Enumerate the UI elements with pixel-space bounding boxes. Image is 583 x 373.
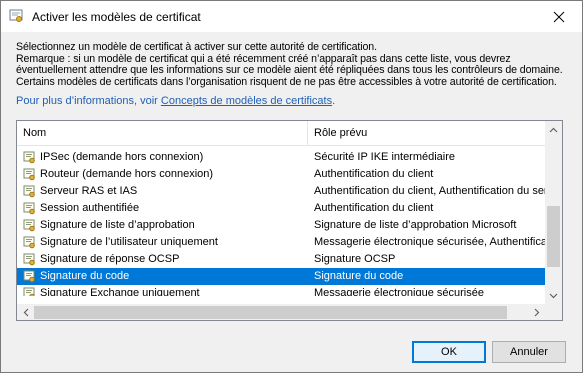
certificate-template-icon bbox=[23, 287, 36, 296]
template-name: Signature de réponse OCSP bbox=[40, 253, 180, 265]
close-icon bbox=[553, 11, 565, 22]
list-item[interactable]: IPSec (demande hors connexion) Sécurité I… bbox=[17, 149, 545, 166]
column-header-role[interactable]: Rôle prévu bbox=[314, 127, 367, 139]
description-line: Certains modèles de certificats dans l’o… bbox=[16, 75, 557, 88]
list-item[interactable]: Signature de liste d’approbation Signatur… bbox=[17, 217, 545, 234]
more-info-suffix: . bbox=[332, 95, 336, 107]
window-title: Activer les modèles de certificat bbox=[32, 10, 201, 24]
certificate-template-icon bbox=[23, 168, 36, 181]
template-name: Session authentifiée bbox=[40, 202, 140, 214]
description-line: éventuellement attendre que les informat… bbox=[16, 64, 563, 76]
certificate-template-icon bbox=[23, 151, 36, 164]
certificate-template-icon bbox=[23, 219, 36, 232]
column-header-name[interactable]: Nom bbox=[23, 127, 46, 139]
scroll-down-arrow-icon[interactable] bbox=[545, 287, 562, 304]
template-name: IPSec (demande hors connexion) bbox=[40, 151, 204, 163]
description-line: Sélectionnez un modèle de certificat à a… bbox=[16, 41, 377, 53]
list-header: Nom Rôle prévu bbox=[17, 121, 545, 146]
horizontal-scrollbar[interactable] bbox=[17, 304, 545, 320]
template-role: Messagerie électronique sécurisée, Authe… bbox=[314, 236, 545, 248]
template-name: Signature du code bbox=[40, 270, 130, 282]
template-name: Signature Exchange uniquement bbox=[40, 287, 200, 296]
close-button[interactable] bbox=[536, 1, 582, 32]
vertical-scrollbar[interactable] bbox=[545, 121, 562, 304]
template-role: Authentification du client bbox=[314, 168, 434, 180]
template-role: Authentification du client, Authentifica… bbox=[314, 185, 545, 197]
ok-button[interactable]: OK bbox=[412, 341, 486, 363]
list-item[interactable]: Routeur (demande hors connexion) Authenti… bbox=[17, 166, 545, 183]
list-item[interactable]: Session authentifiée Authentification du … bbox=[17, 200, 545, 217]
horizontal-scroll-thumb[interactable] bbox=[34, 306, 507, 319]
certificate-template-icon bbox=[23, 253, 36, 266]
template-role: Messagerie électronique sécurisée bbox=[314, 287, 484, 296]
vertical-scroll-thumb[interactable] bbox=[547, 206, 560, 267]
list-item[interactable]: Signature Exchange uniquement Messagerie … bbox=[17, 285, 545, 296]
list-item[interactable]: Serveur RAS et IAS Authentification du cl… bbox=[17, 183, 545, 200]
list-item[interactable]: Signature de réponse OCSP Signature OCSP bbox=[17, 251, 545, 268]
more-info-prefix: Pour plus d’informations, voir bbox=[16, 95, 161, 107]
concepts-link[interactable]: Concepts de modèles de certificats bbox=[161, 95, 332, 107]
certificate-template-icon bbox=[23, 202, 36, 215]
title-bar[interactable]: Activer les modèles de certificat bbox=[1, 1, 582, 32]
cancel-button[interactable]: Annuler bbox=[492, 341, 566, 363]
template-name: Serveur RAS et IAS bbox=[40, 185, 138, 197]
template-name: Signature de liste d’approbation bbox=[40, 219, 195, 231]
template-role: Signature de liste d’approbation Microso… bbox=[314, 219, 517, 231]
dialog-window: Activer les modèles de certificat Sélect… bbox=[0, 0, 583, 373]
template-name: Signature de l’utilisateur uniquement bbox=[40, 236, 218, 248]
description-text: Sélectionnez un modèle de certificat à a… bbox=[16, 41, 576, 88]
scroll-left-arrow-icon[interactable] bbox=[17, 304, 34, 320]
list-item[interactable]: Signature du code Signature du code bbox=[17, 268, 545, 285]
certificate-template-icon bbox=[23, 236, 36, 249]
template-name: Routeur (demande hors connexion) bbox=[40, 168, 214, 180]
template-role: Authentification du client bbox=[314, 202, 434, 214]
list-item[interactable]: Signature de l’utilisateur uniquement Mes… bbox=[17, 234, 545, 251]
scrollbar-corner bbox=[545, 304, 562, 320]
template-role: Signature OCSP bbox=[314, 253, 396, 265]
certificate-template-icon bbox=[23, 185, 36, 198]
list-rows: IPSec (demande hors connexion) Sécurité I… bbox=[17, 146, 545, 296]
template-role: Sécurité IP IKE intermédiaire bbox=[314, 151, 456, 163]
certificate-template-icon bbox=[23, 270, 36, 283]
certificate-templates-list[interactable]: Nom Rôle prévu IPSec (demande hors conne… bbox=[16, 120, 563, 321]
scroll-right-arrow-icon[interactable] bbox=[528, 304, 545, 320]
certificate-icon bbox=[9, 9, 23, 23]
template-role: Signature du code bbox=[314, 270, 404, 282]
more-info-line: Pour plus d’informations, voir Concepts … bbox=[16, 95, 335, 107]
scroll-up-arrow-icon[interactable] bbox=[545, 121, 562, 138]
column-separator[interactable] bbox=[307, 121, 308, 146]
